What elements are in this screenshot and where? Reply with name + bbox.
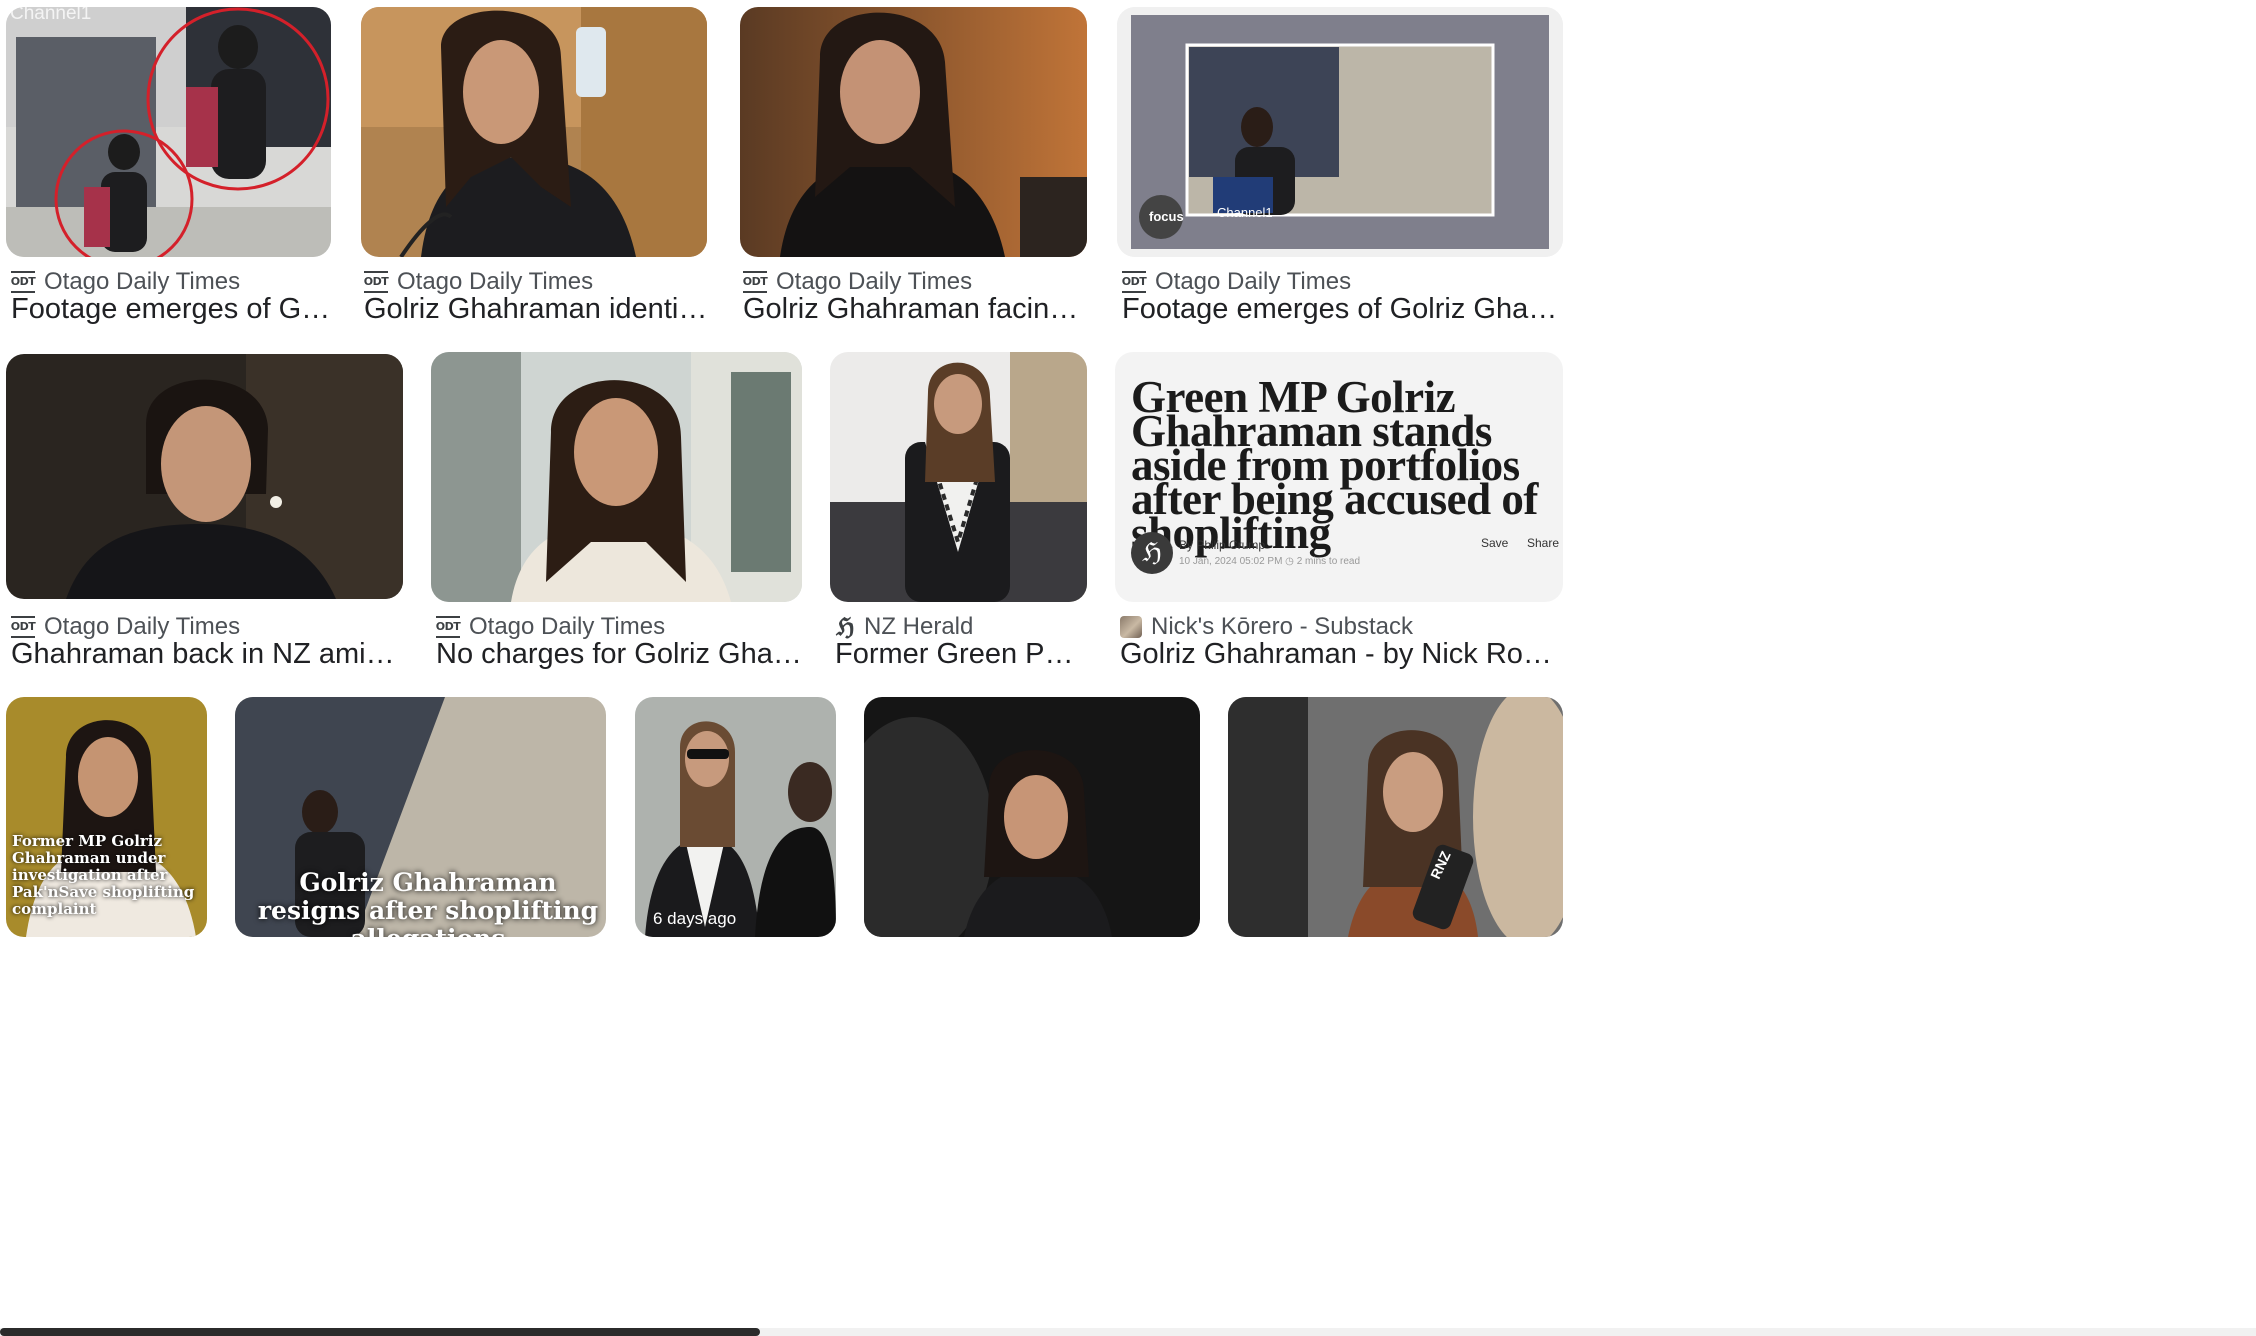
result-title-link[interactable]: No charges for Golriz Ghahraman afte...: [436, 638, 802, 671]
result-source: Nick's Kōrero - Substack: [1120, 613, 1413, 641]
substack-favicon-icon: [1120, 616, 1142, 638]
result-source: ODT Otago Daily Times: [11, 268, 240, 296]
save-label: Save: [1481, 536, 1509, 550]
source-label: Otago Daily Times: [469, 613, 666, 640]
source-label: Otago Daily Times: [1155, 268, 1352, 295]
scrollbar-thumb[interactable]: [0, 1328, 760, 1336]
result-title-link[interactable]: Golriz Ghahraman facing third ...: [743, 293, 1088, 326]
result-thumbnail-9[interactable]: Former MP Golriz Ghahraman under investi…: [6, 697, 207, 937]
portrait-image: [1228, 697, 1563, 937]
result-thumbnail-3[interactable]: [740, 7, 1087, 257]
courtroom-image: [830, 352, 1087, 602]
result-source: ODT Otago Daily Times: [1122, 268, 1351, 296]
result-title-link[interactable]: Footage emerges of Golriz Ghahraman's ..…: [1122, 293, 1562, 326]
portrait-image: [864, 697, 1200, 937]
result-thumbnail-12[interactable]: [864, 697, 1200, 937]
channel-watermark: Channel1: [1217, 205, 1273, 220]
share-label: Share: [1527, 536, 1560, 550]
portrait-image: [6, 354, 403, 599]
result-thumbnail-6[interactable]: [431, 352, 802, 602]
source-label: NZ Herald: [864, 613, 974, 640]
result-thumbnail-10[interactable]: Golriz Ghahraman resigns after shoplifti…: [235, 697, 606, 937]
odt-favicon-icon: ODT: [11, 271, 36, 293]
result-thumbnail-4[interactable]: focus Channel1: [1117, 7, 1563, 257]
portrait-image: [740, 7, 1087, 257]
result-source: ODT Otago Daily Times: [11, 613, 240, 641]
result-thumbnail-1[interactable]: Channel1: [6, 7, 331, 257]
timestamp-badge: 6 days ago: [653, 909, 737, 928]
result-source: ODT Otago Daily Times: [743, 268, 972, 296]
result-thumbnail-7[interactable]: [830, 352, 1087, 602]
result-title-link[interactable]: Former Green Party MP ...: [835, 638, 1087, 671]
dateline: 10 Jan, 2024 05:02 PM ◷ 2 mins to read: [1179, 556, 1361, 567]
byline: By Philip Crump: [1179, 538, 1266, 552]
odt-favicon-icon: ODT: [743, 271, 768, 293]
nz-herald-favicon-icon: ℌ: [836, 612, 854, 641]
thumbnail-caption: Former MP Golriz Ghahraman under investi…: [12, 832, 195, 918]
result-source: ODT Otago Daily Times: [436, 613, 665, 641]
source-label: Otago Daily Times: [44, 268, 241, 295]
news-video-still-image: [1117, 7, 1563, 257]
result-thumbnail-8[interactable]: Green MP Golriz Ghahraman stands aside f…: [1115, 352, 1563, 602]
result-title-link[interactable]: Golriz Ghahraman identified in seco...: [364, 293, 709, 326]
source-label: Otago Daily Times: [44, 613, 241, 640]
odt-favicon-icon: ODT: [436, 616, 461, 638]
result-thumbnail-5[interactable]: [6, 354, 403, 599]
source-label: Otago Daily Times: [776, 268, 973, 295]
result-source: ODT Otago Daily Times: [364, 268, 593, 296]
store-cctv-image: [6, 7, 331, 257]
result-source: ℌ NZ Herald: [835, 613, 973, 641]
horizontal-scrollbar[interactable]: [0, 1328, 2256, 1336]
nz-herald-logo-icon: ℌ: [1131, 532, 1173, 574]
source-label: Otago Daily Times: [397, 268, 594, 295]
odt-favicon-icon: ODT: [1122, 271, 1147, 293]
portrait-image: [431, 352, 802, 602]
result-title-link[interactable]: Footage emerges of Golriz Ghah...: [11, 293, 331, 326]
portrait-image: [361, 7, 707, 257]
result-thumbnail-13[interactable]: RNZ: [1228, 697, 1563, 937]
article-headline: Green MP Golriz Ghahraman stands aside f…: [1131, 372, 1538, 558]
result-thumbnail-11[interactable]: 6 days ago: [635, 697, 836, 937]
source-label: Nick's Kōrero - Substack: [1151, 613, 1413, 640]
result-thumbnail-2[interactable]: [361, 7, 707, 257]
result-title-link[interactable]: Ghahraman back in NZ amid shoplifting ..…: [11, 638, 403, 671]
thumbnail-caption: Golriz Ghahraman resigns after shoplifti…: [257, 868, 599, 938]
odt-favicon-icon: ODT: [11, 616, 36, 638]
focus-watermark: focus: [1149, 209, 1184, 224]
odt-favicon-icon: ODT: [364, 271, 389, 293]
street-image: [635, 697, 836, 937]
channel-watermark: Channel1: [10, 7, 92, 24]
result-title-link[interactable]: Golriz Ghahraman - by Nick Rockel ...: [1120, 638, 1562, 671]
